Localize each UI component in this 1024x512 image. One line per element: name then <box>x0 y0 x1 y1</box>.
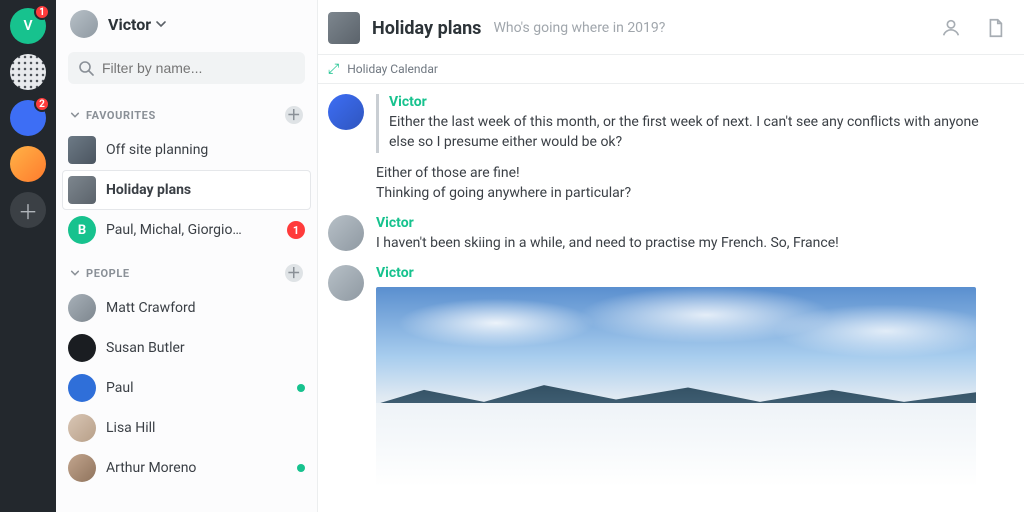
sidebar-item-label: Off site planning <box>106 142 305 158</box>
message-image[interactable] <box>376 287 976 487</box>
section-toggle-people[interactable]: PEOPLE <box>70 267 130 280</box>
message-text: Either the last week of this month, or t… <box>389 112 1006 153</box>
room-icon <box>68 136 96 164</box>
chevron-down-icon <box>70 110 80 120</box>
sidebar-item-person[interactable]: Lisa Hill <box>56 408 317 448</box>
room-title: Holiday plans <box>372 18 481 39</box>
sidebar-item-label: Matt Crawford <box>106 300 305 316</box>
sidebar-item-person[interactable]: Paul <box>56 368 317 408</box>
sidebar-item-label: Susan Butler <box>106 340 305 356</box>
filter-input[interactable] <box>102 60 295 76</box>
sidebar-item-label: Holiday plans <box>106 182 305 198</box>
sidebar-item-holiday[interactable]: Holiday plans <box>62 170 311 210</box>
presence-dot <box>297 384 305 392</box>
user-avatar[interactable] <box>70 10 98 38</box>
message-author: Victor <box>376 215 1006 231</box>
avatar-icon <box>68 454 96 482</box>
sidebar-item-person[interactable]: Matt Crawford <box>56 288 317 328</box>
add-favourite-button[interactable]: ＋ <box>285 106 303 124</box>
room-icon <box>68 176 96 204</box>
avatar-icon <box>68 294 96 322</box>
avatar-icon <box>68 334 96 362</box>
section-header-people: PEOPLE ＋ <box>56 250 317 288</box>
message-author: Victor <box>389 94 1006 110</box>
add-person-button[interactable]: ＋ <box>285 264 303 282</box>
message: Victor I haven't been skiing in a while,… <box>318 209 1024 259</box>
avatar-icon: B <box>68 216 96 244</box>
message-avatar[interactable] <box>328 94 364 130</box>
rail-workspace-3[interactable] <box>10 146 46 182</box>
members-icon[interactable] <box>940 17 962 39</box>
user-name: Victor <box>108 15 151 34</box>
message-avatar[interactable] <box>328 265 364 301</box>
avatar-icon <box>68 374 96 402</box>
section-header-favourites: FAVOURITES ＋ <box>56 92 317 130</box>
chevron-down-icon <box>155 18 167 30</box>
user-menu[interactable]: Victor <box>108 15 167 34</box>
message-quote: Victor Either the last week of this mont… <box>376 94 1006 153</box>
message: Victor Either the last week of this mont… <box>318 88 1024 209</box>
expand-icon[interactable]: ⤢ <box>328 61 339 77</box>
message-avatar[interactable] <box>328 215 364 251</box>
sidebar-item-person[interactable]: Susan Butler <box>56 328 317 368</box>
message: Victor <box>318 259 1024 493</box>
sidebar-item-offsite[interactable]: Off site planning <box>56 130 317 170</box>
section-label: PEOPLE <box>86 267 130 280</box>
sidebar-item-person[interactable]: Arthur Moreno <box>56 448 317 488</box>
widget-bar: ⤢ Holiday Calendar <box>318 55 1024 84</box>
sidebar-item-label: Paul <box>106 380 287 396</box>
plus-icon: ＋ <box>287 263 302 283</box>
room-topic: Who's going where in 2019? <box>493 20 665 36</box>
main-panel: Holiday plans Who's going where in 2019?… <box>318 0 1024 512</box>
room-header: Holiday plans Who's going where in 2019? <box>318 0 1024 55</box>
plus-icon: ＋ <box>18 196 38 225</box>
sidebar-item-label: Lisa Hill <box>106 420 305 436</box>
section-toggle-favourites[interactable]: FAVOURITES <box>70 109 156 122</box>
sidebar-item-label: Arthur Moreno <box>106 460 287 476</box>
message-text: Thinking of going anywhere in particular… <box>376 183 1006 203</box>
files-icon[interactable] <box>984 17 1006 39</box>
search-icon <box>78 60 94 76</box>
sidebar-item-groupdm[interactable]: B Paul, Michal, Giorgio… 1 <box>56 210 317 250</box>
rail-badge-0: 1 <box>34 4 50 20</box>
rail-badge-2: 2 <box>34 96 50 112</box>
widget-label[interactable]: Holiday Calendar <box>347 62 438 76</box>
message-text: Either of those are fine! <box>376 163 1006 183</box>
rail-workspace-0[interactable]: V 1 <box>10 8 46 44</box>
sidebar: Victor FAVOURITES ＋ Off site planning Ho… <box>56 0 318 512</box>
rail-workspace-2[interactable]: 2 <box>10 100 46 136</box>
workspace-rail: V 1 2 ＋ <box>0 0 56 512</box>
unread-badge: 1 <box>287 221 305 239</box>
rail-workspace-letter: V <box>23 18 32 34</box>
room-icon <box>328 12 360 44</box>
section-label: FAVOURITES <box>86 109 156 122</box>
presence-dot <box>297 464 305 472</box>
chevron-down-icon <box>70 268 80 278</box>
sidebar-header: Victor <box>56 0 317 44</box>
avatar-icon <box>68 414 96 442</box>
message-author: Victor <box>376 265 1006 281</box>
rail-add-workspace[interactable]: ＋ <box>10 192 46 228</box>
message-text: I haven't been skiing in a while, and ne… <box>376 233 1006 253</box>
rail-workspace-1[interactable] <box>10 54 46 90</box>
filter-input-wrap[interactable] <box>68 52 305 84</box>
message-list: Victor Either the last week of this mont… <box>318 84 1024 512</box>
sidebar-item-label: Paul, Michal, Giorgio… <box>106 222 277 238</box>
plus-icon: ＋ <box>287 105 302 125</box>
